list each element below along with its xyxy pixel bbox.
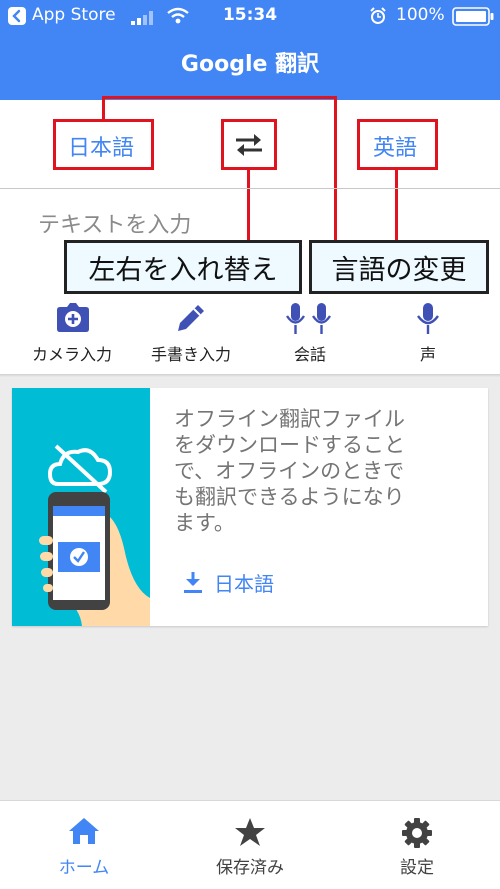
gear-icon bbox=[401, 817, 433, 849]
annotation-box-source-language bbox=[53, 119, 154, 170]
annotation-box-target-language bbox=[357, 119, 438, 170]
download-icon bbox=[182, 570, 204, 594]
panel-shadow bbox=[0, 374, 500, 377]
change-language-callout: 言語の変更 bbox=[309, 240, 489, 294]
mic-icon bbox=[415, 303, 441, 335]
annotation-box-swap bbox=[221, 119, 277, 170]
annotation-line-right bbox=[334, 96, 337, 240]
download-language-label: 日本語 bbox=[214, 572, 274, 596]
offline-illustration bbox=[12, 388, 150, 626]
offline-description-line: で、オフラインのときで bbox=[174, 459, 405, 483]
offline-description-line: も翻訳できるようになり bbox=[174, 485, 405, 509]
swap-callout: 左右を入れ替え bbox=[64, 240, 302, 294]
offline-description-line: ます。 bbox=[174, 511, 235, 535]
nav-saved[interactable]: 保存済み bbox=[190, 813, 310, 883]
text-input[interactable]: テキストを入力 bbox=[38, 207, 191, 239]
nav-settings[interactable]: 設定 bbox=[357, 813, 477, 883]
nav-saved-label: 保存済み bbox=[216, 858, 284, 878]
battery-icon bbox=[452, 7, 494, 26]
offline-download-card: オフライン翻訳ファイル をダウンロードすること で、オフラインのときで も翻訳で… bbox=[12, 388, 488, 626]
annotation-line-target bbox=[395, 168, 398, 240]
home-icon bbox=[68, 817, 100, 845]
offline-description-line: をダウンロードすること bbox=[174, 433, 405, 457]
voice-input-button[interactable]: 声 bbox=[358, 303, 498, 365]
nav-settings-label: 設定 bbox=[400, 858, 434, 878]
double-mic-icon bbox=[284, 303, 336, 335]
star-icon bbox=[234, 817, 266, 847]
nav-home[interactable]: ホーム bbox=[24, 813, 144, 883]
annotation-line-top bbox=[102, 96, 337, 99]
nav-home-label: ホーム bbox=[58, 858, 110, 878]
camera-icon bbox=[56, 303, 90, 333]
offline-description-line: オフライン翻訳ファイル bbox=[174, 407, 405, 431]
voice-input-label: 声 bbox=[419, 345, 436, 364]
annotation-line-swap bbox=[247, 168, 250, 240]
divider bbox=[0, 188, 500, 189]
annotation-line-left bbox=[102, 96, 105, 120]
bottom-navigation: ホーム 保存済み 設定 bbox=[0, 800, 500, 889]
app-title: Google 翻訳 bbox=[180, 52, 320, 77]
battery-percent: 100% bbox=[396, 5, 445, 25]
download-language-button[interactable]: 日本語 bbox=[182, 568, 312, 598]
app-header: App Store 15:34 100% Google 翻訳 bbox=[0, 0, 500, 100]
pen-icon bbox=[174, 303, 206, 333]
offline-description: オフライン翻訳ファイル をダウンロードすること で、オフラインのときで も翻訳で… bbox=[174, 406, 474, 536]
alarm-icon bbox=[369, 7, 387, 25]
